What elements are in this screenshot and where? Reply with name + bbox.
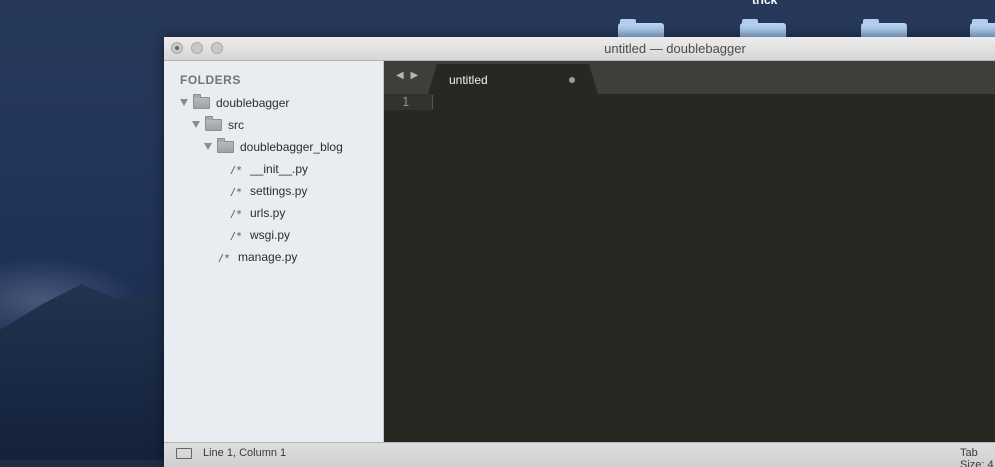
desktop-item-label[interactable]: trick [752, 0, 777, 7]
tree-item-label: doublebagger_blog [240, 140, 343, 154]
python-file-icon: /* [230, 209, 243, 220]
tree-file-urls[interactable]: /* urls.py [230, 203, 285, 223]
disclosure-triangle-icon[interactable] [204, 143, 212, 151]
window-title: untitled — doublebagger [604, 41, 746, 56]
tree-folder-src[interactable]: src [192, 115, 244, 135]
tree-file-manage[interactable]: /* manage.py [218, 247, 297, 267]
tree-folder-doublebagger[interactable]: doublebagger [180, 93, 289, 113]
tab-untitled[interactable]: untitled [428, 64, 598, 94]
tree-file-settings[interactable]: /* settings.py [230, 181, 307, 201]
cursor-position[interactable]: Line 1, Column 1 [203, 447, 286, 459]
tree-folder-doublebagger-blog[interactable]: doublebagger_blog [204, 137, 343, 157]
tab-bar: ◀ ▶ untitled [384, 61, 995, 94]
tree-item-label: wsgi.py [250, 228, 291, 242]
folder-open-icon [205, 115, 222, 131]
tab-size-selector[interactable]: Tab Size: 4 [960, 447, 995, 467]
python-file-icon: /* [230, 165, 243, 176]
panel-toggle-icon[interactable] [176, 448, 192, 459]
tab-label: untitled [449, 73, 488, 87]
tab-nav-arrows-icon[interactable]: ◀ ▶ [396, 70, 420, 81]
python-file-icon: /* [218, 253, 231, 264]
unsaved-dot-icon[interactable] [569, 77, 575, 83]
line-number: 1 [402, 95, 410, 109]
status-bar: Line 1, Column 1 Tab Size: 4 [164, 442, 995, 467]
text-caret [432, 95, 433, 109]
tree-item-label: manage.py [238, 250, 298, 264]
window-titlebar[interactable]: untitled — doublebagger [164, 37, 995, 61]
tree-item-label: src [228, 118, 244, 132]
tree-item-label: doublebagger [216, 96, 290, 110]
python-file-icon: /* [230, 187, 243, 198]
wallpaper-mountain [0, 284, 170, 460]
tree-file-wsgi[interactable]: /* wsgi.py [230, 225, 290, 245]
folders-heading: FOLDERS [180, 73, 241, 87]
sublime-text-window: untitled — doublebagger FOLDERS doubleba… [164, 37, 995, 467]
folder-open-icon [193, 93, 210, 109]
disclosure-triangle-icon[interactable] [180, 99, 188, 107]
disclosure-triangle-icon[interactable] [192, 121, 200, 129]
editor-pane[interactable]: 1 [384, 94, 995, 442]
tree-item-label: urls.py [250, 206, 286, 220]
tree-item-label: __init__.py [250, 162, 309, 176]
folder-open-icon [217, 137, 234, 153]
python-file-icon: /* [230, 231, 243, 242]
tree-item-label: settings.py [250, 184, 308, 198]
tree-file-init[interactable]: /* __init__.py [230, 159, 308, 179]
sidebar: FOLDERS doublebagger src doublebagger_bl… [164, 61, 384, 442]
